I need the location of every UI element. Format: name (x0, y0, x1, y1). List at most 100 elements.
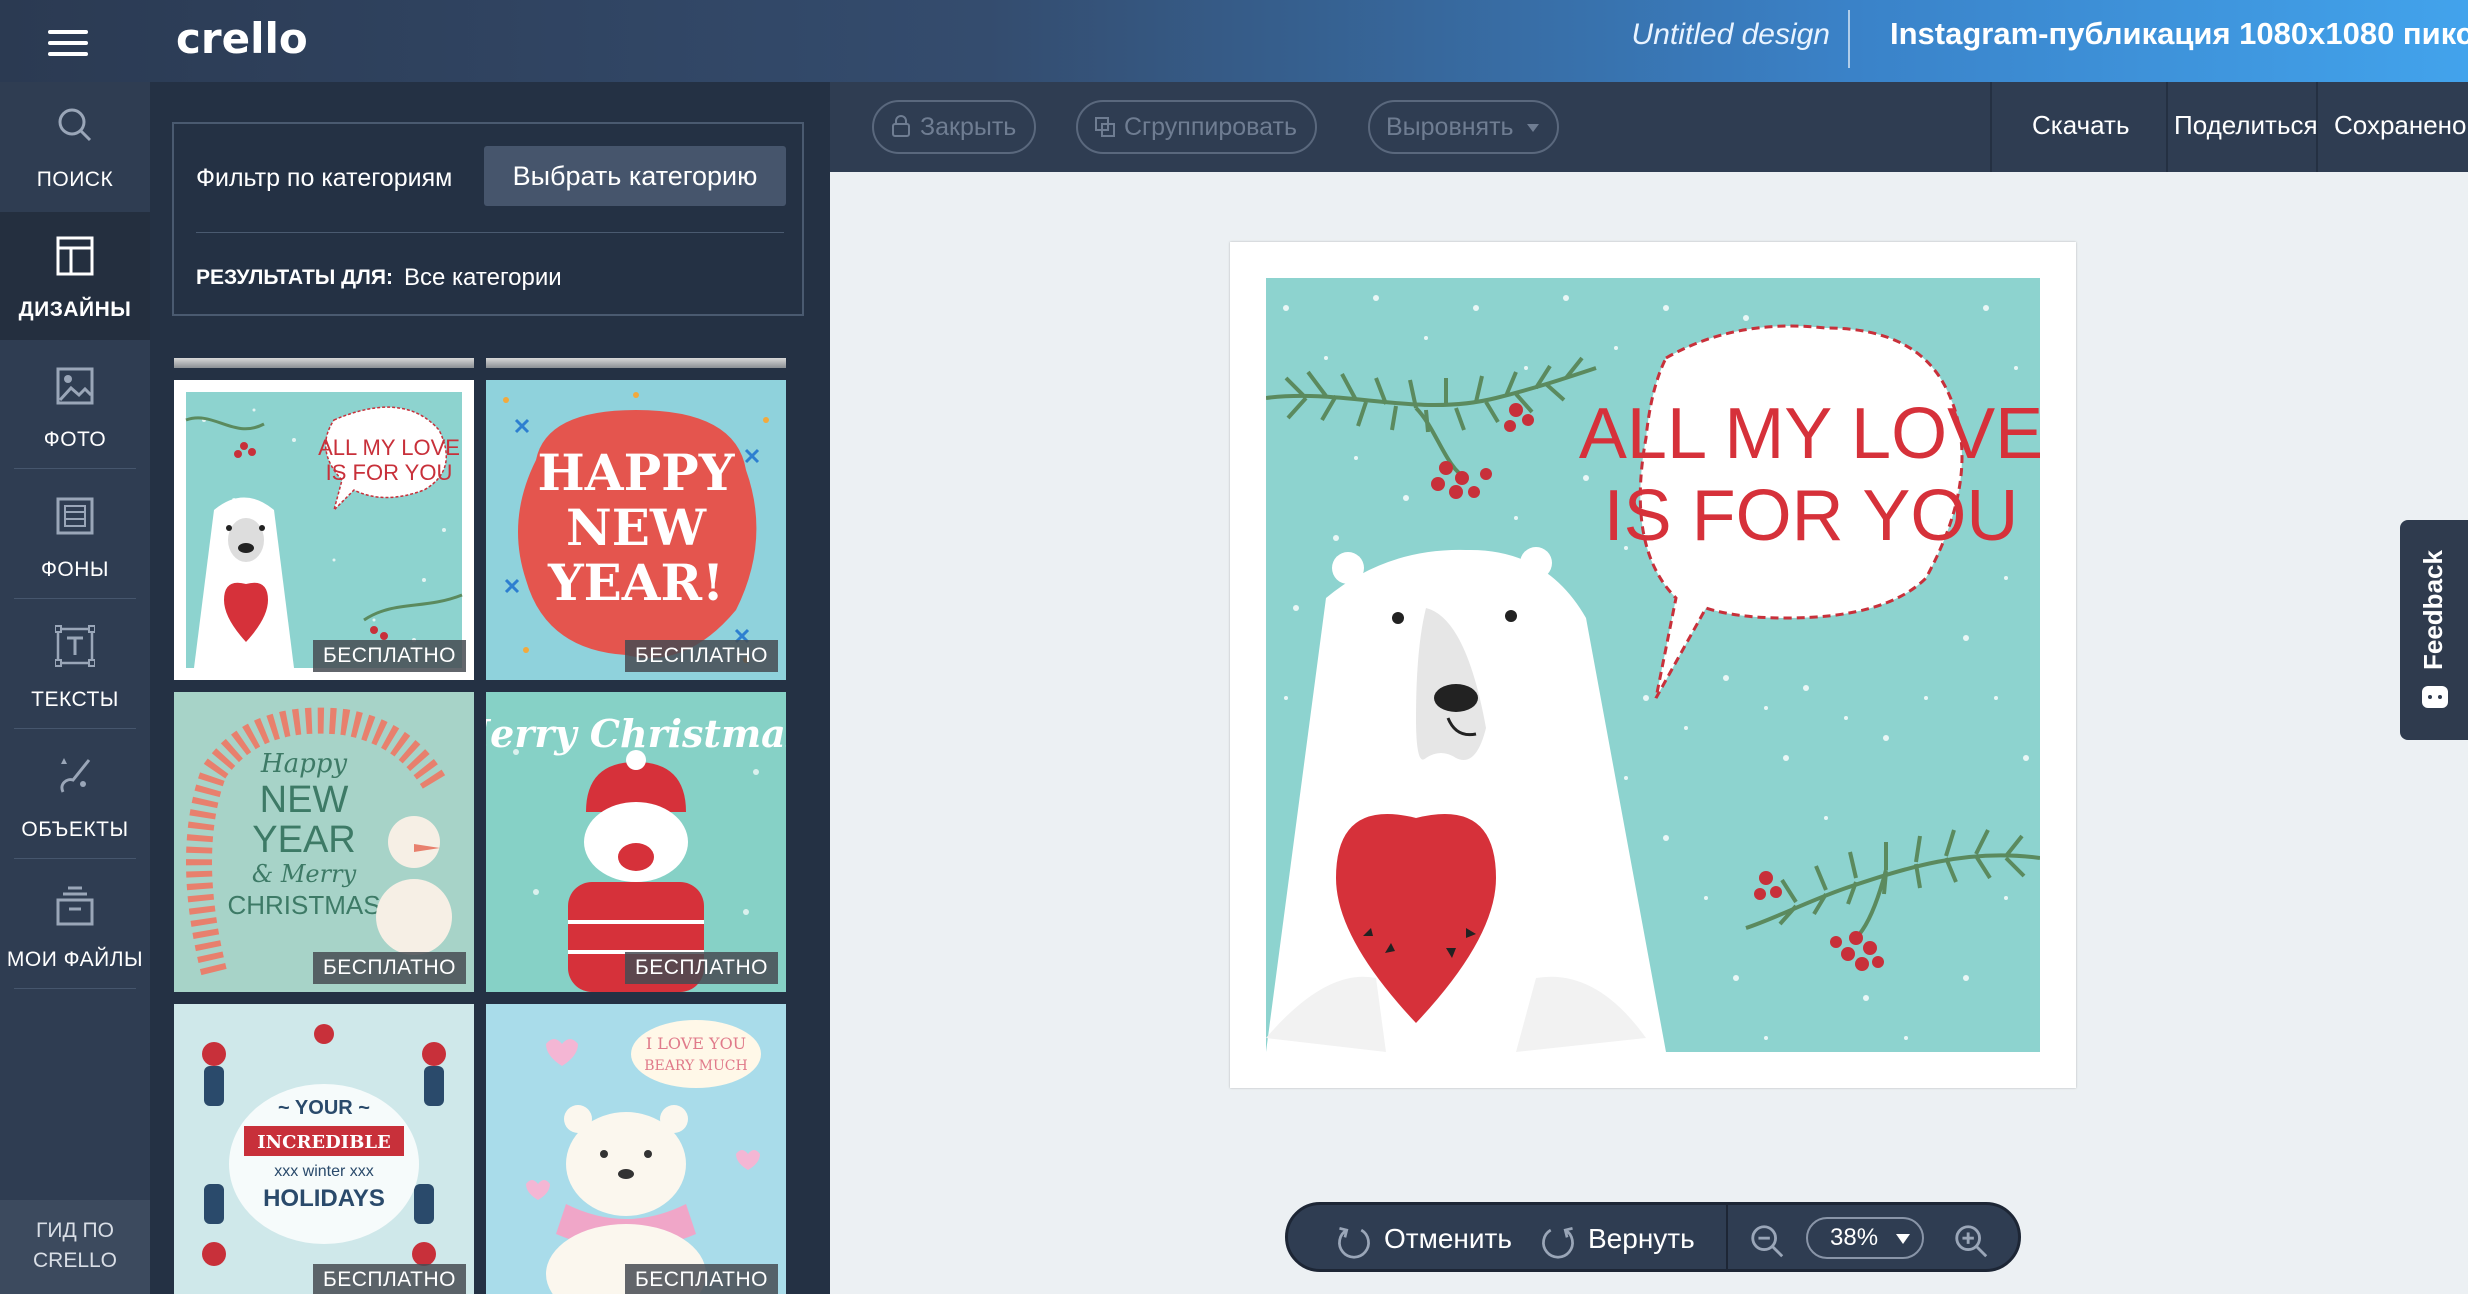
lock-label: Закрыть (920, 113, 1017, 141)
top-bar: crello Untitled design Instagram-публика… (0, 0, 2468, 82)
nav-item-texts[interactable]: ТЕКСТЫ (0, 602, 150, 730)
undo-button[interactable]: Отменить (1334, 1217, 1512, 1261)
design-canvas[interactable]: ALL MY LOVE IS FOR YOU (1230, 242, 2076, 1088)
format-name: Instagram-публикация 1080x1080 пикс (1890, 16, 2468, 51)
designs-icon (56, 236, 94, 276)
template-card[interactable]: ALL MY LOVE IS FOR YOU БЕСПЛАТНО (174, 380, 474, 680)
template-text: INCREDIBLE (257, 1132, 391, 1153)
template-text: xxx winter xxx (274, 1163, 374, 1180)
saved-status: Сохранено (2334, 110, 2467, 140)
backgrounds-icon (56, 497, 94, 535)
design-artwork[interactable]: ALL MY LOVE IS FOR YOU (1266, 278, 2040, 1052)
template-text: YEAR (252, 819, 355, 861)
choose-category-button[interactable]: Выбрать категорию (484, 146, 786, 206)
group-button[interactable]: Сгруппировать (1076, 100, 1317, 154)
nav-item-designs[interactable]: ДИЗАЙНЫ (0, 212, 150, 340)
redo-button[interactable]: Вернуть (1538, 1217, 1695, 1261)
results-value: Все категории (404, 264, 562, 291)
group-label: Сгруппировать (1124, 113, 1297, 141)
nav-item-objects[interactable]: ОБЪЕКТЫ (0, 732, 150, 860)
group-icon (1095, 117, 1115, 138)
template-card[interactable]: HAPPY NEW YEAR! БЕСПЛАТНО (486, 380, 786, 680)
feedback-label: Feedback (2418, 550, 2448, 670)
align-label: Выровнять (1386, 113, 1514, 141)
nav-item-photo[interactable]: ФОТО (0, 342, 150, 470)
template-card-partial[interactable] (174, 358, 474, 368)
nav-item-backgrounds[interactable]: ФОНЫ (0, 472, 150, 600)
divider (1990, 82, 1992, 172)
undo-label: Отменить (1384, 1223, 1512, 1254)
free-badge: БЕСПЛАТНО (312, 1264, 466, 1294)
nav-label: ФОТО (43, 428, 107, 451)
editor-toolbar: Закрыть Сгруппировать Выровнять Скачать … (830, 82, 2468, 172)
zoom-value: 38% (1830, 1224, 1879, 1251)
zoom-in-icon (1955, 1224, 1988, 1257)
template-text: HAPPY (538, 443, 736, 502)
align-dropdown[interactable]: Выровнять (1368, 100, 1559, 154)
template-card[interactable]: Happy NEW YEAR & Merry CHRISTMAS БЕСПЛАТ… (174, 692, 474, 992)
template-thumbnail: I LOVE YOU BEARY MUCH (486, 1004, 786, 1294)
template-text: ~ YOUR ~ (278, 1097, 370, 1119)
logo[interactable]: crello (176, 14, 308, 63)
template-thumbnail: ~ YOUR ~ INCREDIBLE xxx winter xxx HOLID… (174, 1004, 474, 1294)
template-card[interactable]: Merry Christmas! БЕСПЛАТНО (486, 692, 786, 992)
nav-label: ДИЗАЙНЫ (18, 298, 132, 321)
zoom-in-button[interactable] (1952, 1217, 1990, 1261)
divider (2166, 82, 2168, 172)
results-label: РЕЗУЛЬТАТЫ ДЛЯ: (196, 266, 393, 289)
left-nav: ПОИСК ДИЗАЙНЫ ФОТО ФОНЫ ТЕКСТЫ ОБЪЕКТЫ М… (0, 82, 150, 1294)
zoom-out-button[interactable] (1748, 1217, 1786, 1261)
lock-icon (892, 115, 910, 138)
nav-label: ПОИСК (36, 168, 114, 191)
objects-icon (60, 758, 91, 793)
template-thumbnail: Happy NEW YEAR & Merry CHRISTMAS (174, 692, 474, 992)
photo-icon (56, 367, 94, 405)
chevron-down-icon (1526, 124, 1539, 133)
nav-item-my-files[interactable]: МОИ ФАЙЛЫ (0, 862, 150, 990)
divider (1726, 1205, 1728, 1269)
template-text: CHRISTMAS (227, 890, 380, 920)
template-text: IS FOR YOU (326, 460, 453, 485)
design-name[interactable]: Untitled design (1560, 18, 1830, 52)
template-text: I LOVE YOU (646, 1034, 746, 1053)
zoom-select[interactable]: 38% (1806, 1217, 1924, 1259)
template-text: YEAR! (547, 553, 724, 612)
free-badge: БЕСПЛАТНО (624, 952, 778, 984)
chat-icon (2422, 686, 2448, 708)
template-text: NEW (260, 779, 349, 821)
template-text: NEW (566, 498, 707, 557)
filter-box: Фильтр по категориям Выбрать категорию Р… (172, 122, 804, 316)
template-card-partial[interactable] (486, 358, 786, 368)
template-card[interactable]: ~ YOUR ~ INCREDIBLE xxx winter xxx HOLID… (174, 1004, 474, 1294)
template-text: ALL MY LOVE (318, 435, 460, 460)
search-icon (58, 108, 92, 142)
template-card[interactable]: I LOVE YOU BEARY MUCH БЕСПЛАТНО (486, 1004, 786, 1294)
free-badge: БЕСПЛАТНО (312, 640, 466, 672)
text-icon (55, 625, 95, 667)
share-button[interactable]: Поделиться (2174, 110, 2318, 141)
template-thumbnail: Merry Christmas! (486, 692, 786, 992)
lock-button[interactable]: Закрыть (872, 100, 1037, 154)
history-zoom-bar: Отменить Вернуть 38% (1285, 1202, 2021, 1272)
nav-item-search[interactable]: ПОИСК (0, 82, 150, 210)
feedback-tab[interactable]: Feedback (2400, 520, 2468, 740)
divider (1848, 10, 1850, 68)
undo-icon (1338, 1226, 1370, 1259)
nav-label: ОБЪЕКТЫ (21, 818, 129, 841)
template-text: BEARY MUCH (644, 1058, 747, 1074)
canvas-text-line2: IS FOR YOU (1604, 476, 2019, 556)
guide-label-line2: CRELLO (32, 1249, 118, 1272)
divider (2316, 82, 2318, 172)
templates-panel: Фильтр по категориям Выбрать категорию Р… (150, 82, 830, 1294)
menu-icon[interactable] (40, 18, 98, 66)
my-files-icon (56, 886, 94, 926)
download-button[interactable]: Скачать (2032, 110, 2130, 141)
template-thumbnail: ALL MY LOVE IS FOR YOU (174, 380, 474, 680)
chevron-down-icon (1896, 1234, 1910, 1244)
guide-label-line1: ГИД ПО (36, 1219, 114, 1242)
filter-label: Фильтр по категориям (196, 164, 453, 192)
redo-label: Вернуть (1588, 1223, 1695, 1254)
guide-button[interactable]: ГИД ПО CRELLO (0, 1200, 150, 1294)
nav-label: ТЕКСТЫ (31, 688, 119, 711)
template-text: & Merry (252, 860, 357, 888)
